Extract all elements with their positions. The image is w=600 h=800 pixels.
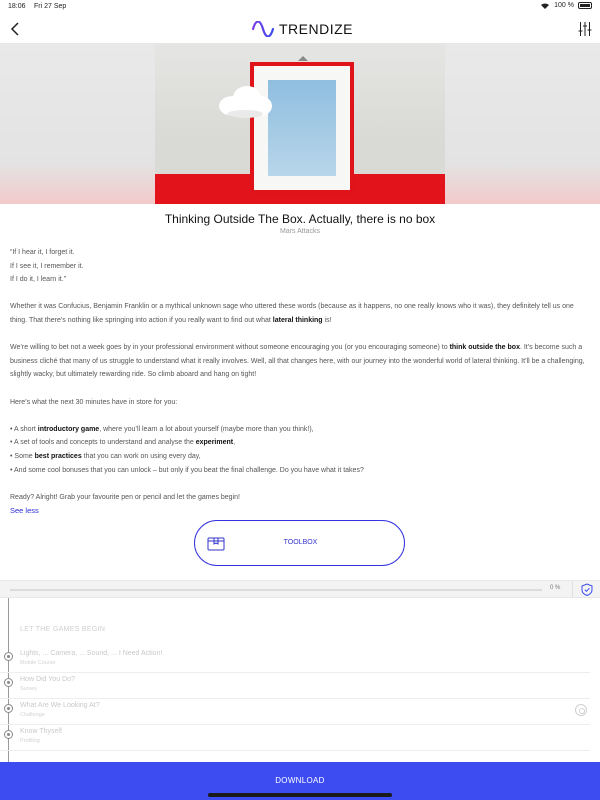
quote-line: If I do it, I learn it.” [10,276,67,284]
chevron-left-icon [10,22,19,36]
progress-label: 0 % [550,585,561,591]
logo-text: TRENDIZE [279,21,353,37]
highlight: lateral thinking [272,316,323,324]
page-subtitle: Mars Attacks [279,228,321,235]
quote-line: “If I hear it, I forget it. [10,249,75,256]
section-heading: LET THE GAMES BEGIN [20,626,106,633]
timeline-dot [4,730,13,739]
nav-bar: TRENDIZE [0,14,600,44]
highlight: think outside the box [449,344,520,352]
item-type: Survey [20,686,38,692]
cloud-icon [219,86,272,118]
timeline-item[interactable]: Know Thyself Profiling [0,725,590,751]
status-time: 18:06 [8,3,26,10]
battery-percent: 100 % [554,2,574,9]
frame-hook [298,56,308,61]
item-type: Mobile Course [20,660,56,666]
timeline-item[interactable]: Lights, ... Camera, ... Sound, ... I Nee… [0,647,590,673]
certificate-button[interactable] [572,581,600,598]
paragraph: We’re willing to bet not a week goes by … [10,344,585,379]
battery-icon [578,2,592,9]
shield-check-icon [581,583,593,597]
back-button[interactable] [8,20,24,38]
item-title: What Are We Looking At? [20,702,100,709]
status-date: Fri 27 Sep [34,3,67,10]
timeline-dot [4,652,13,661]
wave-logo-icon [252,21,274,37]
item-type: Challenge [20,712,45,718]
article-body: “If I hear it, I forget it. If I see it,… [10,246,590,518]
item-title: Lights, ... Camera, ... Sound, ... I Nee… [20,650,163,657]
timeline-item[interactable]: How Did You Do? Survey [0,673,590,699]
quote-line: If I see it, I remember it. [10,262,84,270]
item-title: Know Thyself [20,728,62,735]
status-bar: 18:06 Fri 27 Sep 100 % [0,0,600,14]
status-right: 100 % [540,2,592,9]
home-indicator[interactable] [208,793,392,797]
paragraph: Whether it was Confucius, Benjamin Frank… [10,303,574,324]
toolbox-label: TOOLBOX [283,539,318,546]
sliders-icon [578,22,592,36]
see-less-link[interactable]: See less [10,506,39,515]
hero-banner [0,44,600,204]
page-title: Thinking Outside The Box. Actually, ther… [164,212,436,226]
timeline-dot [4,704,13,713]
timeline-dot [4,678,13,687]
course-timeline: LET THE GAMES BEGIN Lights, ... Camera, … [0,598,600,762]
toolbox-button[interactable]: TOOLBOX [194,520,405,566]
wifi-icon [541,3,550,9]
bullet-list: • A short introductory game, where you’l… [10,425,364,474]
hero-image [155,44,445,204]
timeline-item[interactable]: What Are We Looking At? Challenge [0,699,590,725]
target-icon[interactable] [575,704,587,716]
sky-picture [268,80,336,176]
quote: “If I hear it, I forget it. If I see it,… [10,246,590,287]
progress-row: 0 % [0,580,600,598]
picture-frame [250,62,354,194]
trendize-logo: TRENDIZE [252,19,353,39]
progress-bar [10,589,542,591]
paragraph: Ready? Alright! Grab your favourite pen … [10,493,240,501]
download-label: DOWNLOAD [275,776,325,785]
item-title: How Did You Do? [20,676,75,683]
filter-button[interactable] [578,21,592,37]
item-type: Profiling [20,738,40,744]
paragraph: Here’s what the next 30 minutes have in … [10,398,178,406]
